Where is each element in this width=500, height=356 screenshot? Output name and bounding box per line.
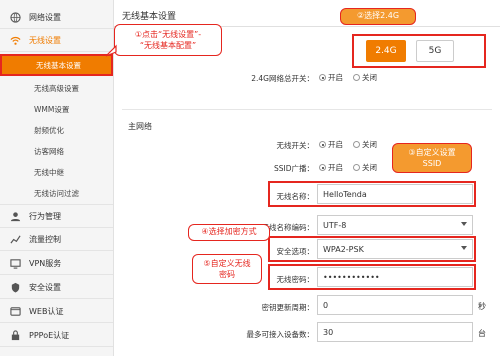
option-label: 关闭	[362, 163, 377, 172]
sidebar-item-wireless-repeater[interactable]: 无线中继	[0, 162, 113, 182]
nav-sub-label: 访客网络	[34, 146, 64, 156]
security-value: WPA2-PSK	[323, 244, 364, 254]
security-select[interactable]: WPA2-PSK	[317, 239, 473, 259]
callout-step-3: ③自定义设置 SSID	[392, 143, 472, 173]
web-auth-icon	[10, 306, 21, 316]
radio-on-icon	[319, 164, 326, 171]
shield-icon	[11, 282, 20, 293]
nav-sub-label: 射频优化	[34, 125, 64, 135]
nav-web-auth[interactable]: WEB认证	[0, 300, 113, 323]
callout-step-1: ①点击“无线设置”- “无线基本配置”	[114, 24, 222, 56]
nav-label: 行为管理	[29, 211, 61, 221]
nav-label: 网络设置	[29, 12, 61, 22]
radio-off-icon	[353, 74, 360, 81]
wifi-switch-label: 无线开关：	[276, 141, 315, 150]
nav-label: PPPoE认证	[29, 330, 70, 340]
nav-traffic-control[interactable]: 流量控制	[0, 228, 113, 251]
nav-sub-label: 无线高级设置	[34, 83, 79, 93]
traffic-icon	[10, 235, 21, 244]
callout-1-pointer	[105, 44, 117, 57]
nav-security-settings[interactable]: 安全设置	[0, 276, 113, 299]
ssid-broadcast-label: SSID广播：	[273, 164, 314, 173]
max-devices-unit: 台	[478, 329, 486, 338]
nav-pppoe-auth[interactable]: PPPoE认证	[0, 324, 113, 347]
wifi-switch-on[interactable]: 开启	[319, 139, 343, 150]
callout-step-5: ⑤自定义无线 密码	[192, 254, 262, 284]
radio-off-icon	[353, 164, 360, 171]
nav-sub-label: 无线中继	[34, 167, 64, 177]
master-switch-label: 2.4G网络总开关：	[251, 74, 314, 83]
callout-step-2: ②选择2.4G	[340, 8, 416, 25]
section-title: 主网络	[128, 122, 152, 131]
nav-network-settings[interactable]: 网络设置	[0, 6, 113, 29]
ssid-input[interactable]: HelloTenda	[317, 184, 473, 204]
nav-label: 无线设置	[29, 35, 61, 45]
globe-icon	[10, 11, 21, 23]
ssid-broadcast-off[interactable]: 关闭	[353, 162, 377, 173]
pppoe-icon	[11, 329, 20, 340]
vpn-icon	[10, 258, 21, 269]
nav-vpn[interactable]: VPN服务	[0, 252, 113, 275]
divider	[122, 109, 492, 110]
tab-2-4g[interactable]: 2.4G	[366, 40, 406, 62]
encoding-select[interactable]: UTF-8	[317, 215, 473, 235]
nav-label: WEB认证	[29, 306, 64, 316]
nav-label: VPN服务	[29, 258, 62, 268]
max-devices-input[interactable]: 30	[317, 322, 473, 342]
nav-wireless-settings[interactable]: 无线设置	[0, 29, 113, 52]
option-label: 关闭	[362, 140, 377, 149]
wifi-icon	[10, 36, 21, 45]
encoding-value: UTF-8	[323, 220, 347, 230]
user-icon	[10, 211, 21, 221]
master-switch-on[interactable]: 开启	[319, 72, 343, 83]
master-switch: 开启 关闭	[319, 72, 387, 83]
option-label: 开启	[328, 140, 343, 149]
chevron-down-icon	[461, 246, 467, 250]
wifi-switch-off[interactable]: 关闭	[353, 139, 377, 150]
key-update-input[interactable]: 0	[317, 295, 473, 315]
radio-on-icon	[319, 141, 326, 148]
sidebar-item-access-filter[interactable]: 无线访问过滤	[0, 183, 113, 203]
sidebar-item-guest-network[interactable]: 访客网络	[0, 141, 113, 161]
chevron-down-icon	[461, 222, 467, 226]
radio-off-icon	[353, 141, 360, 148]
ssid-broadcast: 开启 关闭	[319, 162, 387, 173]
nav-label: 安全设置	[29, 282, 61, 292]
option-label: 开启	[328, 73, 343, 82]
tab-5g[interactable]: 5G	[416, 40, 454, 62]
nav-label: 流量控制	[29, 234, 61, 244]
sidebar-item-wireless-basic[interactable]: 无线基本设置	[0, 54, 113, 76]
radio-on-icon	[319, 74, 326, 81]
ssid-label: 无线名称：	[276, 192, 315, 201]
sidebar-item-wmm[interactable]: WMM设置	[0, 99, 113, 119]
key-update-unit: 秒	[478, 302, 486, 311]
option-label: 开启	[328, 163, 343, 172]
callout-step-4: ④选择加密方式	[188, 224, 270, 241]
password-input[interactable]: ••••••••••••	[317, 267, 473, 287]
nav-sub-label: 无线访问过滤	[34, 188, 79, 198]
sidebar-item-rf-optimize[interactable]: 射频优化	[0, 120, 113, 140]
master-switch-off[interactable]: 关闭	[353, 72, 377, 83]
nav-sub-label: WMM设置	[34, 104, 70, 114]
sidebar: 网络设置 无线设置 无线基本设置 无线高级设置 WMM设置 射频优化 访客网络 …	[0, 0, 114, 356]
ssid-broadcast-on[interactable]: 开启	[319, 162, 343, 173]
nav-behavior-management[interactable]: 行为管理	[0, 204, 113, 228]
nav-sub-label: 无线基本设置	[36, 60, 81, 70]
max-devices-label: 最多可接入设备数：	[246, 330, 315, 339]
page-title: 无线基本设置	[122, 12, 177, 22]
wifi-switch: 开启 关闭	[319, 139, 387, 150]
key-update-label: 密钥更新周期：	[261, 303, 315, 312]
option-label: 关闭	[362, 73, 377, 82]
page-header: 无线基本设置	[114, 0, 500, 27]
sidebar-item-wireless-advanced[interactable]: 无线高级设置	[0, 78, 113, 98]
